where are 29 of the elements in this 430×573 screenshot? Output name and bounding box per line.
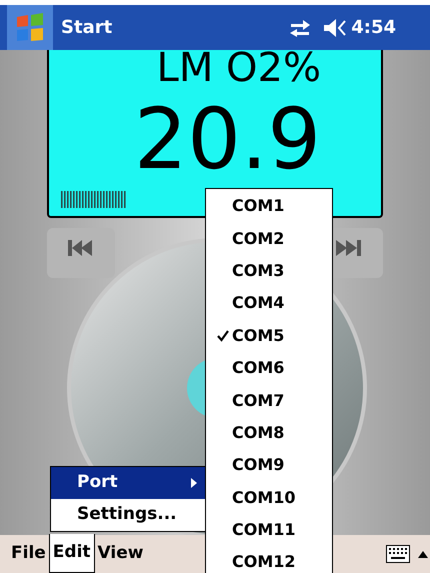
port-menu-item[interactable]: COM9 <box>206 449 332 482</box>
port-menu-item[interactable]: COM3 <box>206 254 332 288</box>
port-menu-item[interactable]: COM10 <box>206 482 332 514</box>
connectivity-icon <box>289 18 312 36</box>
windows-logo-icon <box>15 12 45 42</box>
port-menu-item[interactable]: COM6 <box>206 352 332 384</box>
menu-item[interactable]: Port <box>51 467 205 499</box>
port-menu-item[interactable]: COM4 <box>206 287 332 320</box>
menu-bar-item[interactable]: View <box>94 535 146 573</box>
clock: 4:54 <box>351 16 396 40</box>
display-value: 20.9 <box>134 94 321 184</box>
skip-back-icon <box>68 240 94 256</box>
skip-forward-icon <box>336 240 362 256</box>
port-menu-item[interactable]: COM12 <box>206 546 332 573</box>
port-menu-item[interactable]: COM7 <box>206 384 332 417</box>
start-button[interactable] <box>7 5 53 50</box>
menu-bar-item[interactable]: Edit <box>48 534 95 573</box>
display-label: LM O2% <box>156 48 321 88</box>
previous-track-button[interactable] <box>47 228 115 278</box>
keyboard-icon[interactable] <box>386 545 410 563</box>
port-menu-item[interactable]: COM8 <box>206 416 332 450</box>
menu-bar-item[interactable]: File <box>8 535 49 573</box>
port-menu-item[interactable]: COM2 <box>206 222 332 255</box>
port-menu-item[interactable]: COM5 <box>206 320 332 352</box>
up-arrow-icon[interactable] <box>418 550 428 558</box>
port-menu-item[interactable]: COM1 <box>206 190 332 222</box>
port-menu-item[interactable]: COM11 <box>206 514 332 546</box>
speaker-icon <box>323 18 348 38</box>
start-label: Start <box>61 16 112 40</box>
